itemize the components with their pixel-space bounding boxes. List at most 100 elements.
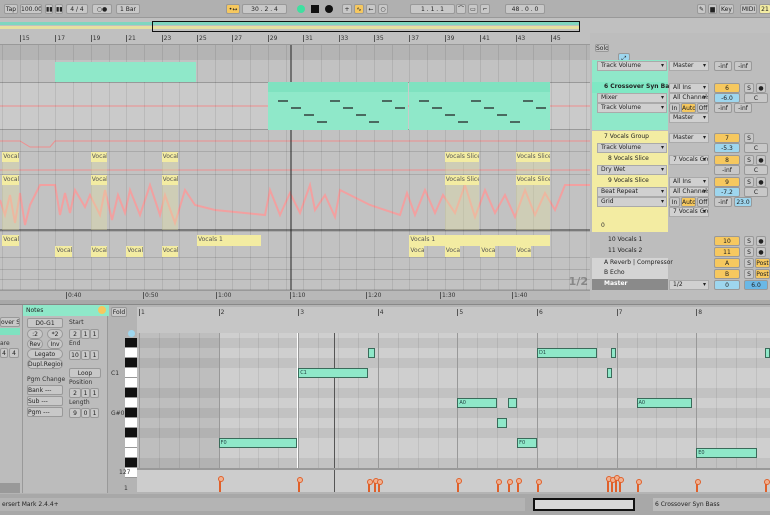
solo-button[interactable]: S [744,236,754,246]
start-bar[interactable]: 2 [69,329,81,339]
post-button[interactable]: Post [755,258,770,268]
parameter-select[interactable]: Track Volume [597,103,667,113]
master-output-select[interactable]: 1/2 [669,280,709,290]
output-select[interactable]: 7 Vocals Group [669,207,709,217]
solo-button[interactable]: S [744,155,754,165]
master-track[interactable]: Master [592,279,668,290]
arrangement-clip-vocals[interactable]: Vocals Slice [515,175,550,185]
midi-note[interactable] [765,348,770,358]
time-ruler[interactable]: 0:40 0:50 1:00 1:10 1:20 1:30 1:40 [0,290,590,300]
track-activator[interactable]: 6 [714,83,740,93]
clip-name-field[interactable]: over Syn [0,317,20,327]
input-select[interactable]: All Ins [669,83,709,93]
track-name-vocals-1[interactable]: 10 Vocals 1 [596,235,672,246]
position-bar[interactable]: 2 [69,388,81,398]
solo-button[interactable]: S [744,269,754,279]
velocity-marker[interactable] [617,476,624,492]
signature-den[interactable]: 4 [9,348,19,358]
arrangement-clip-vocals[interactable]: Vocals [2,175,19,185]
loop-start-field[interactable]: 1 . 1 . 1 [410,4,455,14]
piano-key[interactable] [125,348,137,358]
track-name-vocals-group[interactable]: 7 Vocals Group [592,132,668,143]
end-sixteenth[interactable]: 1 [90,350,99,360]
piano-key[interactable] [125,378,137,388]
preview-icon[interactable] [128,330,135,337]
duplicate-region-button[interactable]: Dupl.Region [27,359,63,369]
capture-icon[interactable]: ○ [378,4,388,14]
arrangement-overview[interactable] [0,18,770,33]
length-beat[interactable]: 0 [81,408,90,418]
midi-note[interactable] [611,348,617,358]
piano-key[interactable] [125,438,137,448]
velocity-marker[interactable] [217,475,224,492]
arm-icon[interactable]: ● [756,155,766,165]
velocity-marker[interactable] [695,478,702,492]
tempo-field[interactable]: 100.00 [20,4,42,14]
velocity-marker[interactable] [536,478,542,492]
overdub-icon[interactable]: + [342,4,352,14]
arrangement-clip-teal[interactable] [55,62,196,82]
song-position-field[interactable]: 30 . 2 . 4 [242,4,287,14]
volume-field[interactable]: -7.2 [714,187,740,197]
sub-field[interactable]: Sub --- [27,396,63,406]
pan-field[interactable]: C [744,143,768,153]
master-value[interactable]: 6.0 [744,280,768,290]
automation-arm-icon[interactable]: ∿ [354,4,364,14]
end-beat[interactable]: 1 [81,350,90,360]
send-b[interactable]: -inf [734,103,752,113]
tap-button[interactable]: Tap [4,4,18,14]
arrangement-clip-vocals[interactable]: Vocals [55,246,73,257]
arrangement-clip-vocals[interactable]: Vocals Slice [444,175,480,185]
velocity-marker[interactable] [456,478,463,492]
output-select[interactable]: 7 Vocals Group [669,155,709,165]
double-button[interactable]: *2 [47,329,63,339]
send-a[interactable]: -inf [714,61,732,71]
arm-icon[interactable]: ● [756,83,766,93]
volume-field[interactable]: -5.3 [714,143,740,153]
midi-note[interactable]: A0 [457,398,498,408]
piano-key[interactable] [125,448,137,458]
velocity-marker[interactable] [376,478,383,492]
send-a[interactable]: -inf [714,103,732,113]
midi-note[interactable] [607,368,613,378]
metronome-button[interactable]: ○● [92,4,112,14]
arrangement-clip-vocals[interactable]: Vocals [161,246,179,257]
arrangement-clip-vocals[interactable]: Vocal [515,246,531,257]
midi-note[interactable] [507,398,518,408]
re-enable-automation-icon[interactable]: ← [366,4,376,14]
bar-ruler[interactable]: 15 17 19 21 23 25 27 29 31 33 35 37 39 41 43 45 [0,33,590,45]
loop-button[interactable]: Loop [69,368,101,378]
nudge-down-button[interactable]: ▮▮ [45,4,53,14]
arrangement-clip-vocals[interactable]: Vocal [480,246,496,257]
arrangement-clip-vocals[interactable]: Vocals 1 [197,235,262,246]
arrangement-clip-vocals[interactable]: Vocals [2,235,19,246]
post-button[interactable]: Post [755,269,770,279]
loop-length-field[interactable]: 48 . 0 . 0 [505,4,545,14]
end-bar[interactable]: 10 [69,350,81,360]
bank-field[interactable]: Bank --- [27,385,63,395]
velocity-marker[interactable] [372,478,379,492]
key-map-button[interactable]: Key [719,4,734,14]
pgm-field[interactable]: Pgm --- [27,407,63,417]
midi-note[interactable] [368,348,376,358]
device-select[interactable]: Mixer [597,93,667,103]
volume-field[interactable]: -6.0 [714,93,740,103]
play-icon[interactable] [297,5,305,13]
track-activator[interactable]: 11 [714,247,740,257]
piano-key[interactable] [125,398,137,408]
arm-icon[interactable]: ● [756,236,766,246]
midi-note[interactable]: C1 [298,368,369,378]
nudge-up-button[interactable]: ▮▮▮ [55,4,63,14]
device-select[interactable]: Beat Repeat [597,187,667,197]
volume-field[interactable]: -inf [714,165,740,175]
pan-field[interactable]: C [744,93,768,103]
piano-key[interactable] [125,428,137,438]
fold-button[interactable]: Fold [111,307,127,317]
track-activator[interactable]: A [714,258,740,268]
arm-icon[interactable]: ● [756,247,766,257]
signature-num[interactable]: 4 [0,348,8,358]
track-name-vocals-slice-9[interactable]: 9 Vocals Slice [596,176,672,187]
arm-icon[interactable]: ● [756,177,766,187]
velocity-marker[interactable] [614,475,620,492]
automation-device-select[interactable]: Track Volume [597,61,667,71]
